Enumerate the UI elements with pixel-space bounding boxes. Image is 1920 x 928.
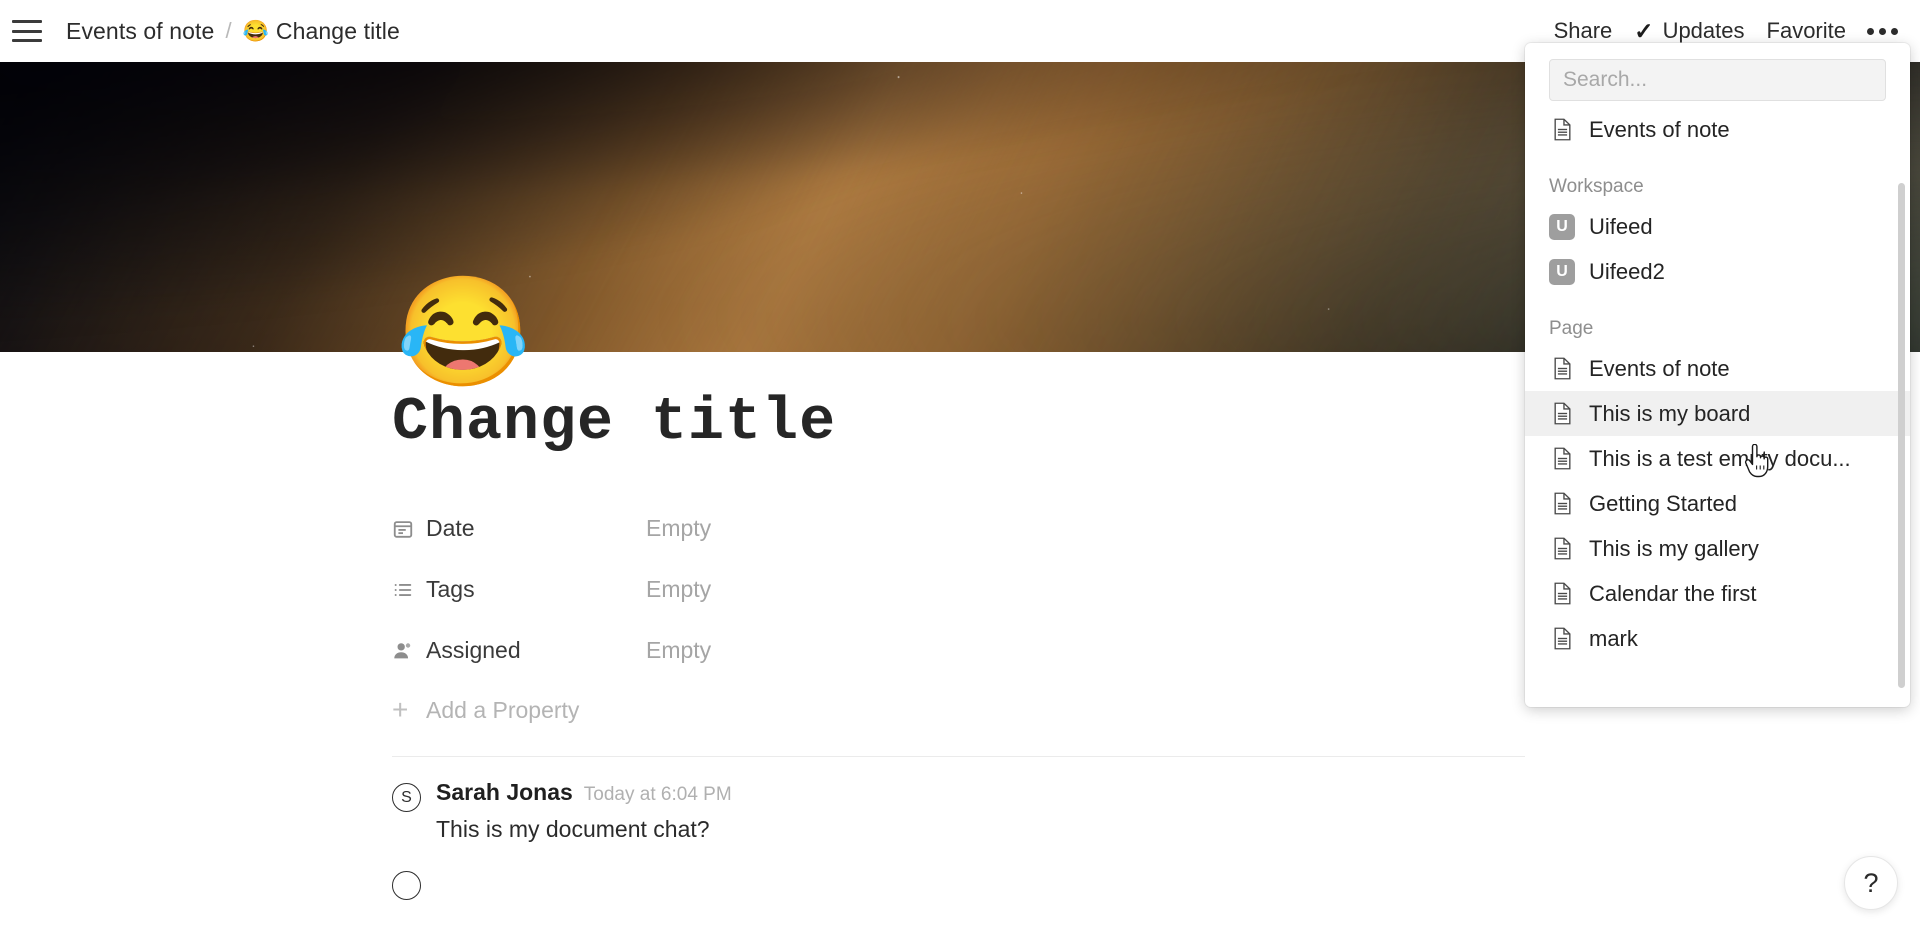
comment-item (392, 867, 1920, 900)
workspace-icon: U (1549, 258, 1575, 285)
dropdown-item-page-events-of-note[interactable]: Events of note (1525, 346, 1910, 391)
workspace-icon: U (1549, 213, 1575, 240)
hamburger-bar (12, 20, 42, 23)
content-divider (392, 756, 1525, 757)
dropdown-item-workspace-uifeed[interactable]: U Uifeed (1525, 204, 1910, 249)
more-options-icon[interactable] (1857, 24, 1906, 39)
dropdown-item-workspace-uifeed2[interactable]: U Uifeed2 (1525, 249, 1910, 294)
hamburger-menu-icon[interactable] (12, 20, 42, 42)
document-icon (1549, 117, 1575, 143)
document-icon (1549, 626, 1575, 652)
document-icon (1549, 356, 1575, 382)
breadcrumb-current[interactable]: 😂 Change title (243, 18, 400, 45)
dropdown-item-label: This is my board (1589, 400, 1751, 426)
dropdown-item-page-mark[interactable]: mark (1525, 616, 1910, 661)
search-field[interactable] (1549, 59, 1886, 101)
vertical-scrollbar[interactable] (1898, 183, 1905, 688)
dropdown-section-workspace-title: Workspace (1549, 176, 1644, 197)
comment-author: Sarah Jonas (436, 779, 573, 805)
search-input[interactable] (1563, 68, 1872, 92)
person-icon (392, 640, 426, 662)
help-button[interactable]: ? (1844, 856, 1898, 910)
breadcrumb-parent[interactable]: Events of note (66, 18, 214, 45)
updates-label: Updates (1662, 18, 1745, 43)
document-icon (1549, 491, 1575, 517)
dot (1891, 27, 1898, 35)
dropdown-item-label: This is a test empty docu... (1589, 445, 1851, 471)
property-label: Tags (426, 576, 475, 602)
property-value[interactable]: Empty (646, 637, 711, 664)
property-value[interactable]: Empty (646, 576, 711, 603)
document-icon (1549, 401, 1575, 427)
page-icon-emoji[interactable]: 😂 (396, 278, 530, 386)
dropdown-item-label: mark (1589, 625, 1638, 651)
page-switcher-dropdown: Events of note Workspace U Uifeed U Uife… (1525, 43, 1910, 707)
hamburger-bar (12, 29, 42, 33)
dot (1879, 27, 1886, 35)
dropdown-item-page-calendar-the-first[interactable]: Calendar the first (1525, 571, 1910, 616)
document-icon (1549, 446, 1575, 472)
dot (1867, 27, 1874, 35)
breadcrumb-separator: / (225, 18, 232, 43)
dropdown-item-label: Events of note (1589, 116, 1730, 142)
document-icon (1549, 581, 1575, 607)
dropdown-item-page-test-empty-document[interactable]: This is a test empty docu... (1525, 436, 1910, 481)
dropdown-item-label: Events of note (1589, 355, 1730, 381)
dropdown-item-page-getting-started[interactable]: Getting Started (1525, 481, 1910, 526)
dropdown-item-label: Getting Started (1589, 490, 1737, 516)
dropdown-section-page-title: Page (1549, 318, 1594, 339)
plus-icon: + (392, 694, 409, 725)
page-emoji-icon: 😂 (242, 19, 269, 43)
app-root: Events of note / 😂 Change title Share ✓ … (0, 0, 1920, 928)
dropdown-item-recent[interactable]: Events of note (1525, 107, 1910, 152)
dropdown-content: Events of note Workspace U Uifeed U Uife… (1525, 43, 1910, 707)
list-icon (392, 579, 426, 601)
comment-list: S Sarah Jonas Today at 6:04 PM This is m… (392, 779, 1920, 900)
calendar-icon (392, 518, 426, 540)
dropdown-item-label: This is my gallery (1589, 535, 1759, 561)
hamburger-bar (12, 39, 42, 42)
property-value[interactable]: Empty (646, 515, 711, 542)
add-property-label: Add a Property (426, 696, 580, 723)
comment-item: S Sarah Jonas Today at 6:04 PM This is m… (392, 779, 1920, 843)
dropdown-item-page-this-is-my-board[interactable]: This is my board (1525, 391, 1910, 436)
property-label: Assigned (426, 637, 521, 663)
avatar[interactable]: S (392, 783, 421, 812)
check-icon: ✓ (1634, 17, 1654, 44)
dropdown-item-label: Calendar the first (1589, 580, 1757, 606)
document-icon (1549, 536, 1575, 562)
comment-text[interactable]: This is my document chat? (436, 816, 732, 843)
avatar[interactable] (392, 871, 421, 900)
breadcrumb-current-label: Change title (275, 17, 400, 44)
dropdown-item-label: Uifeed2 (1589, 258, 1665, 284)
comment-body: Sarah Jonas Today at 6:04 PM This is my … (436, 779, 732, 843)
dropdown-item-label: Uifeed (1589, 213, 1653, 239)
comment-header: Sarah Jonas Today at 6:04 PM (436, 779, 732, 806)
comment-timestamp: Today at 6:04 PM (583, 784, 732, 805)
property-label: Date (426, 515, 475, 541)
breadcrumb: Events of note / 😂 Change title (66, 18, 400, 45)
dropdown-item-page-this-is-my-gallery[interactable]: This is my gallery (1525, 526, 1910, 571)
